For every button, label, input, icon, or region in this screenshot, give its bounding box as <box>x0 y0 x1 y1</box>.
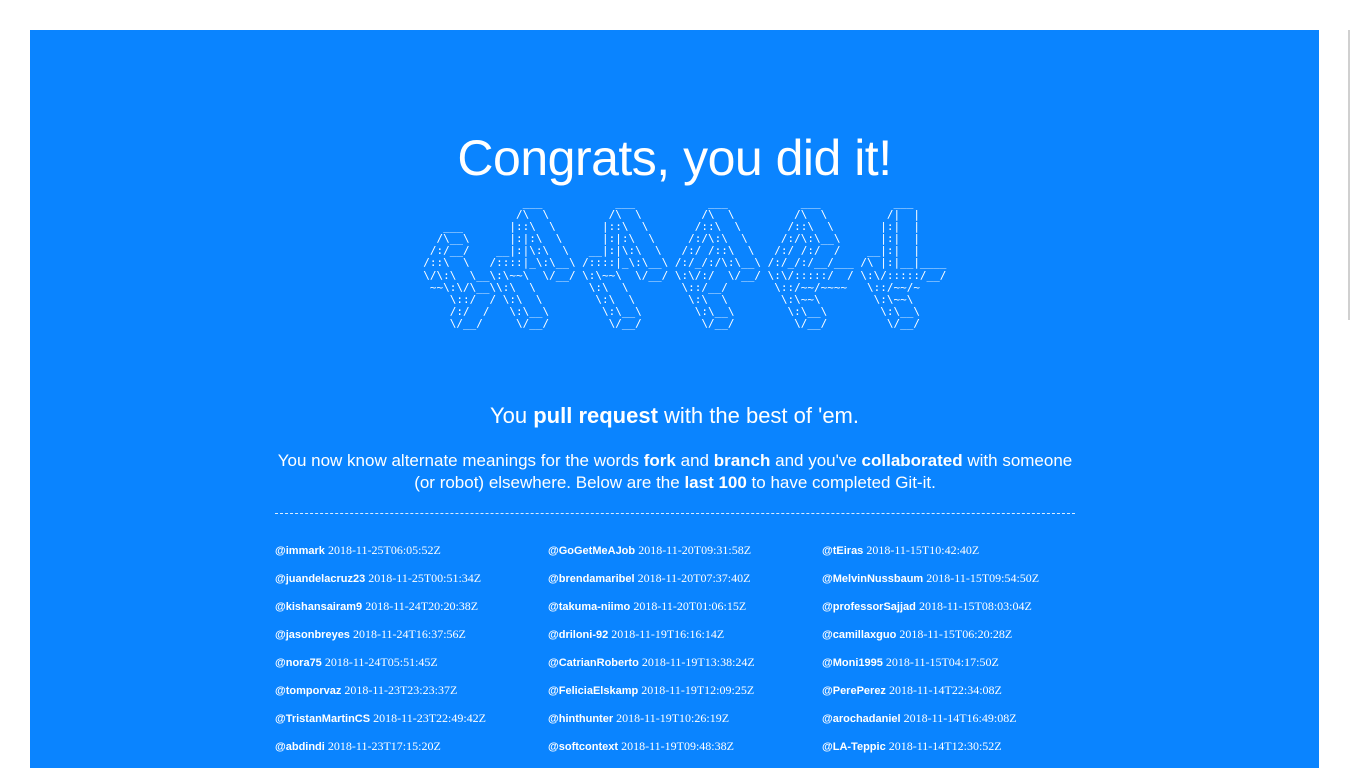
page-title: Congrats, you did it! <box>457 130 892 186</box>
completion-timestamp: 2018-11-19T13:38:24Z <box>641 655 755 669</box>
intro-bold-last-100: last 100 <box>684 473 747 492</box>
committer-handle-link[interactable]: @Moni1995 <box>822 657 883 669</box>
completion-timestamp: 2018-11-14T12:30:52Z <box>888 739 1002 753</box>
list-item: @MelvinNussbaum 2018-11-15T09:54:50Z <box>822 564 1095 592</box>
committer-handle-link[interactable]: @FeliciaElskamp <box>548 685 638 697</box>
list-item: @takuma-niimo 2018-11-20T01:06:15Z <box>548 592 822 620</box>
completion-timestamp: 2018-11-23T17:15:20Z <box>327 739 441 753</box>
completion-timestamp: 2018-11-25T06:05:52Z <box>327 543 441 557</box>
committer-handle-link[interactable]: @TristanMartinCS <box>275 713 370 725</box>
list-item: @brendamaribel 2018-11-20T07:37:40Z <box>548 564 822 592</box>
list-item: @GoGetMeAJob 2018-11-20T09:31:58Z <box>548 536 822 564</box>
intro-bold-collaborated: collaborated <box>861 451 963 470</box>
completion-timestamp: 2018-11-19T10:26:19Z <box>616 711 730 725</box>
tagline-bold: pull request <box>533 403 658 428</box>
intro-bold-branch: branch <box>713 451 771 470</box>
list-item: @professorSajjad 2018-11-15T08:03:04Z <box>822 592 1095 620</box>
completion-timestamp: 2018-11-19T09:48:38Z <box>621 739 734 753</box>
committer-handle-link[interactable]: @MelvinNussbaum <box>822 573 923 585</box>
scrollbar[interactable] <box>1338 0 1352 768</box>
tagline: You pull request with the best of 'em. <box>30 402 1319 430</box>
list-item: @jasonbreyes 2018-11-24T16:37:56Z <box>275 620 548 648</box>
committer-handle-link[interactable]: @arochadaniel <box>822 713 901 725</box>
committer-handle-link[interactable]: @softcontext <box>548 741 618 753</box>
completion-timestamp: 2018-11-15T08:03:04Z <box>918 599 1032 613</box>
list-item: @kishansairam9 2018-11-24T20:20:38Z <box>275 592 548 620</box>
committer-handle-link[interactable]: @takuma-niimo <box>548 601 630 613</box>
tagline-post: with the best of 'em. <box>657 403 859 428</box>
completion-timestamp: 2018-11-19T12:09:25Z <box>641 683 755 697</box>
list-item: @PerePerez 2018-11-14T22:34:08Z <box>822 676 1095 704</box>
committer-handle-link[interactable]: @tEiras <box>822 545 863 557</box>
completion-timestamp: 2018-11-24T20:20:38Z <box>365 599 479 613</box>
committer-handle-link[interactable]: @nora75 <box>275 657 322 669</box>
dashed-divider <box>275 513 1075 514</box>
committer-handle-link[interactable]: @brendamaribel <box>548 573 635 585</box>
list-item: @tomporvaz 2018-11-23T23:23:37Z <box>275 676 548 704</box>
list-item: @softcontext 2018-11-19T09:48:38Z <box>548 732 822 760</box>
committer-handle-link[interactable]: @hinthunter <box>548 713 613 725</box>
completion-timestamp: 2018-11-14T16:49:08Z <box>903 711 1017 725</box>
list-item: @TristanMartinCS 2018-11-23T22:49:42Z <box>275 704 548 732</box>
committer-list: @immark 2018-11-25T06:05:52Z @GoGetMeAJob… <box>275 536 1095 760</box>
list-item: @arochadaniel 2018-11-14T16:49:08Z <box>822 704 1095 732</box>
completion-timestamp: 2018-11-20T07:37:40Z <box>637 571 751 585</box>
list-item: @FeliciaElskamp 2018-11-19T12:09:25Z <box>548 676 822 704</box>
completion-timestamp: 2018-11-20T09:31:58Z <box>638 543 752 557</box>
list-item: @Moni1995 2018-11-15T04:17:50Z <box>822 648 1095 676</box>
list-item: @LA-Teppic 2018-11-14T12:30:52Z <box>822 732 1095 760</box>
committer-handle-link[interactable]: @jasonbreyes <box>275 629 350 641</box>
intro-text-3: and you've <box>770 451 862 470</box>
list-item: @abdindi 2018-11-23T17:15:20Z <box>275 732 548 760</box>
intro-text-1: You now know alternate meanings for the … <box>277 451 644 470</box>
committer-handle-link[interactable]: @kishansairam9 <box>275 601 362 613</box>
intro-paragraph: You now know alternate meanings for the … <box>275 450 1075 494</box>
intro-bold-fork: fork <box>643 451 676 470</box>
congrats-panel: Congrats, you did it! ___ ___ ___ ___ __… <box>30 30 1319 768</box>
list-item: @driloni-92 2018-11-19T16:16:14Z <box>548 620 822 648</box>
completion-timestamp: 2018-11-24T05:51:45Z <box>324 655 438 669</box>
intro-text-2: and <box>675 451 714 470</box>
committer-handle-link[interactable]: @juandelacruz23 <box>275 573 365 585</box>
intro-text-5: to have completed Git-it. <box>746 473 936 492</box>
list-item: @immark 2018-11-25T06:05:52Z <box>275 536 548 564</box>
tagline-pre: You <box>489 403 534 428</box>
completion-timestamp: 2018-11-23T22:49:42Z <box>373 711 487 725</box>
committer-handle-link[interactable]: @abdindi <box>275 741 325 753</box>
list-item: @juandelacruz23 2018-11-25T00:51:34Z <box>275 564 548 592</box>
committer-handle-link[interactable]: @tomporvaz <box>275 685 341 697</box>
completion-timestamp: 2018-11-15T10:42:40Z <box>866 543 980 557</box>
list-item: @camillaxguo 2018-11-15T06:20:28Z <box>822 620 1095 648</box>
list-item: @CatrianRoberto 2018-11-19T13:38:24Z <box>548 648 822 676</box>
completion-timestamp: 2018-11-23T23:23:37Z <box>344 683 458 697</box>
ascii-art-banner: ___ ___ ___ ___ ___ /\ \ /\ \ /\ \ /\ \ … <box>423 196 947 330</box>
committer-handle-link[interactable]: @driloni-92 <box>548 629 608 641</box>
committer-handle-link[interactable]: @immark <box>275 545 325 557</box>
list-item: @tEiras 2018-11-15T10:42:40Z <box>822 536 1095 564</box>
completion-timestamp: 2018-11-15T06:20:28Z <box>899 627 1013 641</box>
list-item: @hinthunter 2018-11-19T10:26:19Z <box>548 704 822 732</box>
list-item: @nora75 2018-11-24T05:51:45Z <box>275 648 548 676</box>
completion-timestamp: 2018-11-19T16:16:14Z <box>611 627 725 641</box>
committer-handle-link[interactable]: @CatrianRoberto <box>548 657 639 669</box>
scrollbar-thumb[interactable] <box>1348 30 1350 320</box>
completion-timestamp: 2018-11-25T00:51:34Z <box>368 571 482 585</box>
completion-timestamp: 2018-11-14T22:34:08Z <box>889 683 1002 697</box>
committer-handle-link[interactable]: @GoGetMeAJob <box>548 545 635 557</box>
committer-handle-link[interactable]: @LA-Teppic <box>822 741 886 753</box>
completion-timestamp: 2018-11-20T01:06:15Z <box>633 599 747 613</box>
completion-timestamp: 2018-11-15T09:54:50Z <box>926 571 1040 585</box>
committer-handle-link[interactable]: @camillaxguo <box>822 629 896 641</box>
committer-handle-link[interactable]: @professorSajjad <box>822 601 916 613</box>
completion-timestamp: 2018-11-24T16:37:56Z <box>353 627 466 641</box>
committer-handle-link[interactable]: @PerePerez <box>822 685 886 697</box>
completion-timestamp: 2018-11-15T04:17:50Z <box>885 655 999 669</box>
